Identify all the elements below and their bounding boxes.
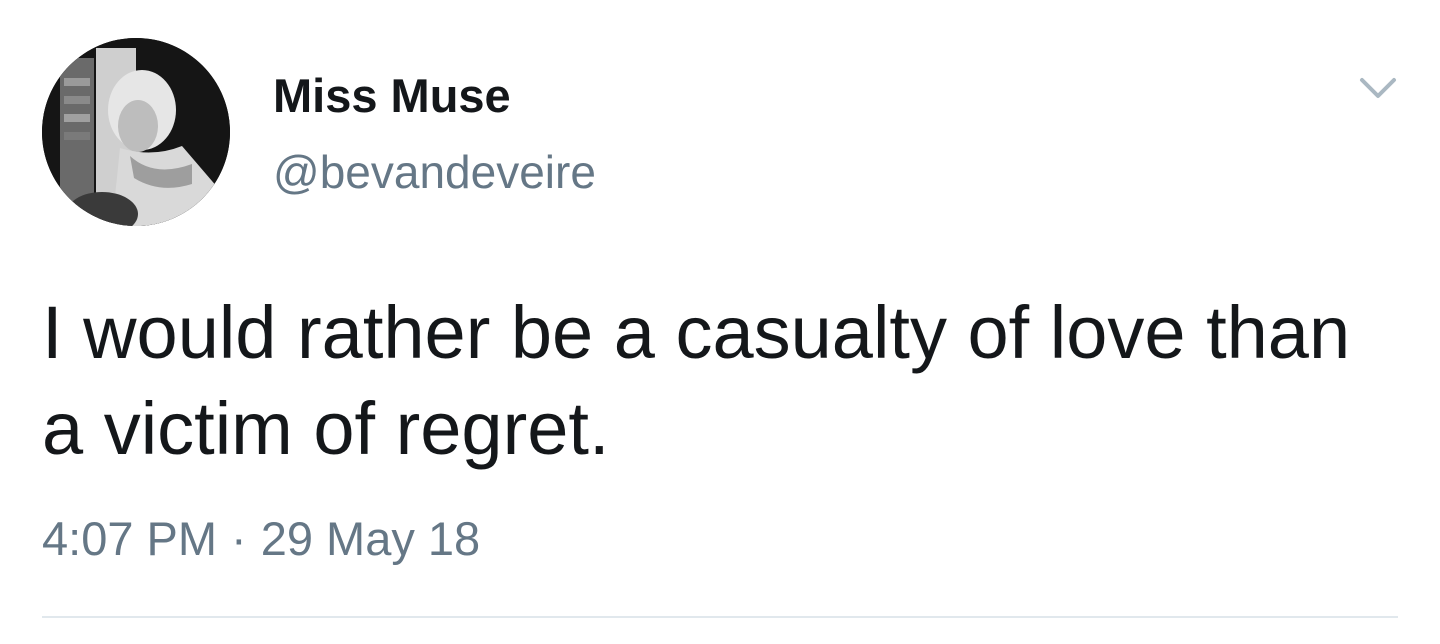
chevron-down-icon[interactable] bbox=[1356, 70, 1400, 110]
divider bbox=[42, 616, 1398, 618]
tweet-timestamp[interactable]: 4:07 PM · 29 May 18 bbox=[42, 507, 480, 571]
tweet-text: I would rather be a casualty of love tha… bbox=[42, 291, 1351, 470]
tweet-card: Miss Muse @bevandeveire I would rather b… bbox=[0, 0, 1440, 644]
display-name[interactable]: Miss Muse bbox=[273, 66, 511, 126]
tweet-date: 29 May 18 bbox=[260, 512, 481, 565]
user-handle[interactable]: @bevandeveire bbox=[273, 142, 596, 202]
tweet-time: 4:07 PM bbox=[42, 512, 218, 565]
meta-separator: · bbox=[231, 512, 247, 565]
profile-photo-icon bbox=[42, 38, 230, 226]
avatar[interactable] bbox=[42, 38, 230, 226]
